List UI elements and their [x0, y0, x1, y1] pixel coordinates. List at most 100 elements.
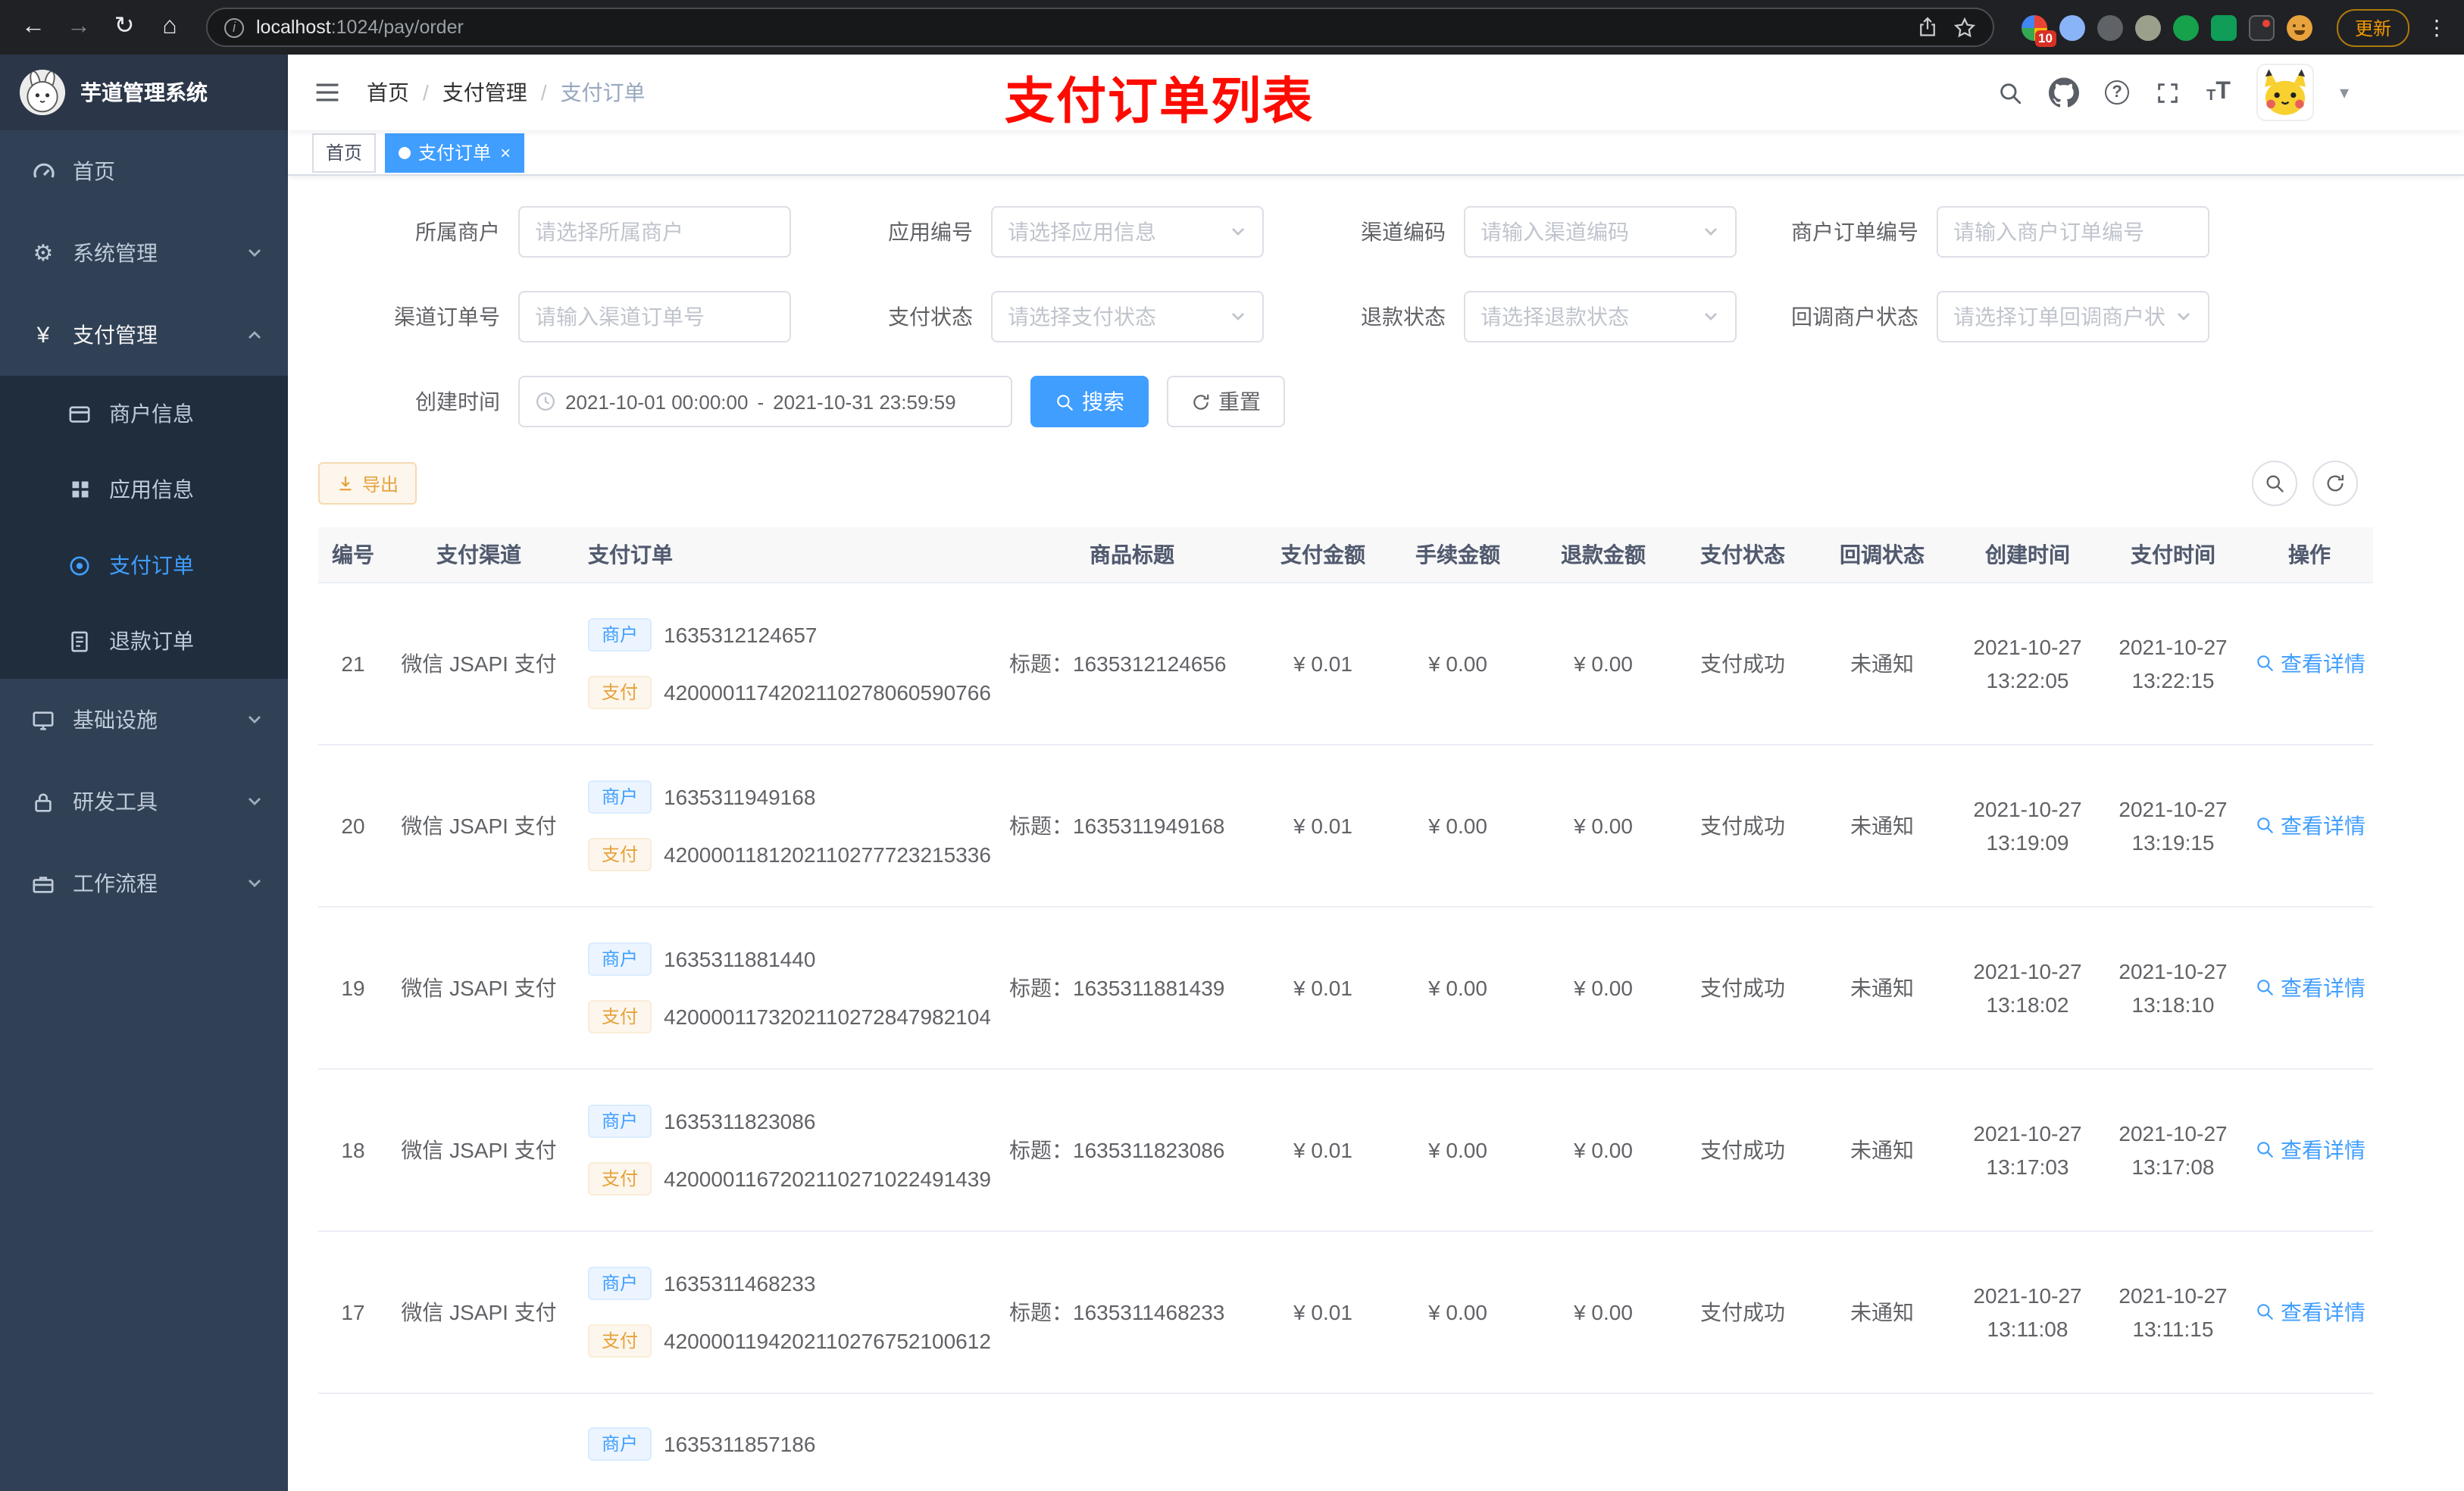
reset-button[interactable]: 重置 — [1167, 376, 1285, 427]
breadcrumb: 首页 / 支付管理 / 支付订单 — [367, 77, 646, 108]
sidebar-item-pay-order[interactable]: 支付订单 — [0, 527, 288, 603]
orders-table: 编号 支付渠道 支付订单 商品标题 支付金额 手续金额 退款金额 支付状态 回调… — [318, 527, 2434, 1491]
cell-channel: 微信 JSAPI 支付 — [388, 582, 570, 745]
chevron-down-icon — [1702, 223, 1720, 241]
sidebar-group-workflow[interactable]: 工作流程 — [0, 842, 288, 924]
channel-order-no-input[interactable] — [518, 291, 791, 342]
page-content: 所属商户 应用编号 请选择应用信息 渠道编码 请输入渠道编码 商户订单编号 — [288, 176, 2464, 1491]
browser-home-icon[interactable]: ⌂ — [149, 6, 191, 48]
hamburger-icon[interactable] — [312, 77, 342, 108]
browser-forward-icon[interactable]: → — [58, 6, 100, 48]
cell-action: 查看详情 — [2246, 582, 2373, 745]
date-start[interactable]: 2021-10-01 00:00:00 — [565, 390, 748, 413]
cell-amount: ¥ 0.01 — [1261, 1068, 1385, 1231]
merchant-tag: 商户 — [588, 617, 652, 651]
sidebar-group-system[interactable]: ⚙ 系统管理 — [0, 212, 288, 294]
merchant-order-no-input[interactable] — [1937, 206, 2209, 258]
cell-pay-time: 2021-10-27 13:19:15 — [2100, 744, 2246, 907]
tab-pay-order[interactable]: 支付订单 × — [385, 133, 525, 172]
sidebar-item-app-info[interactable]: 应用信息 — [0, 452, 288, 527]
cell-fee: ¥ 0.00 — [1385, 1230, 1531, 1393]
font-size-icon[interactable]: TT — [2206, 80, 2231, 105]
sidebar-group-devtools[interactable]: 研发工具 — [0, 761, 288, 842]
extension-icon-2[interactable] — [2059, 14, 2085, 40]
cell-order: 商户 1635311823086 支付 4200001167202110271022… — [570, 1068, 1003, 1231]
user-avatar[interactable] — [2256, 64, 2314, 121]
view-detail-link[interactable]: 查看详情 — [2255, 648, 2366, 678]
navbar: 首页 / 支付管理 / 支付订单 ? TT ▾ — [288, 55, 2464, 130]
extension-icon-7[interactable] — [2248, 14, 2275, 40]
cell-id: 18 — [318, 1068, 388, 1231]
fullscreen-icon[interactable] — [2155, 80, 2181, 105]
search-icon[interactable] — [1997, 80, 2023, 105]
view-detail-link[interactable]: 查看详情 — [2255, 972, 2366, 1002]
browser-profile-avatar[interactable] — [2286, 14, 2312, 40]
channel-code-select[interactable]: 请输入渠道编码 — [1464, 206, 1737, 258]
merchant-input[interactable] — [518, 206, 791, 258]
table-row: 21 微信 JSAPI 支付 商户 1635312124657 支付 4200001… — [318, 582, 2373, 745]
help-icon[interactable]: ? — [2105, 80, 2130, 105]
table-row: 18 微信 JSAPI 支付 商户 1635311823086 支付 4200001… — [318, 1068, 2373, 1231]
cell-title: 标题：1635311468233 — [1003, 1230, 1261, 1393]
pay-status-select[interactable]: 请选择支付状态 — [991, 291, 1264, 342]
extension-icon-4[interactable] — [2134, 14, 2161, 40]
channel-pay-no: 4200001194202110276752100612 — [664, 1328, 991, 1352]
app-no-select[interactable]: 请选择应用信息 — [991, 206, 1264, 258]
export-button[interactable]: 导出 — [318, 462, 417, 505]
date-end[interactable]: 2021-10-31 23:59:59 — [773, 390, 955, 413]
breadcrumb-home[interactable]: 首页 — [367, 77, 409, 108]
extension-icon-6[interactable] — [2210, 14, 2237, 40]
caret-down-icon[interactable]: ▾ — [2340, 82, 2349, 103]
browser-update-button[interactable]: 更新 — [2336, 8, 2409, 46]
cell-notify: 未通知 — [1809, 582, 1955, 745]
refresh-table-button[interactable] — [2312, 461, 2358, 506]
site-info-icon[interactable]: i — [224, 17, 244, 37]
extension-icon-3[interactable] — [2097, 14, 2123, 40]
tab-home[interactable]: 首页 — [312, 133, 377, 172]
sidebar-group-infra[interactable]: 基础设施 — [0, 679, 288, 761]
sidebar-item-refund-order[interactable]: 退款订单 — [0, 603, 288, 679]
toggle-search-button[interactable] — [2252, 461, 2297, 506]
cell-title: 标题：1635312124656 — [1003, 582, 1261, 745]
browser-reload-icon[interactable]: ↻ — [103, 6, 145, 48]
callback-status-select[interactable]: 请选择订单回调商户状态 — [1937, 291, 2209, 342]
create-time-range[interactable]: 2021-10-01 00:00:00 - 2021-10-31 23:59:5… — [518, 376, 1012, 427]
sidebar-item-merchant-info[interactable]: 商户信息 — [0, 376, 288, 452]
pay-tag: 支付 — [588, 1324, 652, 1357]
url-text[interactable]: localhost:1024/pay/order — [256, 17, 1905, 38]
cell-create-time: 2021-10-27 13:22:05 — [1955, 582, 2100, 745]
target-icon — [67, 552, 92, 578]
search-button[interactable]: 搜索 — [1030, 376, 1149, 427]
col-pay-time: 支付时间 — [2100, 527, 2246, 583]
bookmark-star-icon[interactable] — [1953, 16, 1976, 39]
share-icon[interactable] — [1917, 17, 1938, 38]
sidebar-group-pay[interactable]: ¥ 支付管理 — [0, 294, 288, 376]
cell-channel: 微信 JSAPI 支付 — [388, 1230, 570, 1393]
refund-status-select[interactable]: 请选择退款状态 — [1464, 291, 1737, 342]
search-icon — [2255, 653, 2275, 673]
extension-icon-5[interactable] — [2172, 14, 2199, 40]
cell-order: 商户 1635311468233 支付 4200001194202110276752… — [570, 1230, 1003, 1393]
cell-order: 商户 1635311857186 — [570, 1393, 1003, 1491]
logo-avatar — [20, 70, 65, 115]
cell-title: 标题：1635311823086 — [1003, 1068, 1261, 1231]
browser-toolbar: ← → ↻ ⌂ i localhost:1024/pay/order 10 更新… — [0, 0, 2464, 55]
address-bar[interactable]: i localhost:1024/pay/order — [206, 8, 1994, 47]
browser-back-icon[interactable]: ← — [12, 6, 55, 48]
close-icon[interactable]: × — [500, 143, 511, 161]
merchant-tag: 商户 — [588, 1427, 652, 1460]
view-detail-link[interactable]: 查看详情 — [2255, 810, 2366, 840]
github-icon[interactable] — [2049, 77, 2079, 108]
app-logo[interactable]: 芋道管理系统 — [0, 55, 288, 130]
table-header-row: 编号 支付渠道 支付订单 商品标题 支付金额 手续金额 退款金额 支付状态 回调… — [318, 527, 2373, 583]
view-detail-link[interactable]: 查看详情 — [2255, 1296, 2366, 1327]
extension-icon-1[interactable]: 10 — [2021, 14, 2056, 46]
breadcrumb-group[interactable]: 支付管理 — [442, 77, 527, 108]
view-detail-link[interactable]: 查看详情 — [2255, 1134, 2366, 1164]
merchant-tag: 商户 — [588, 1266, 652, 1299]
browser-menu-icon[interactable]: ⋮ — [2422, 14, 2452, 40]
col-notify: 回调状态 — [1809, 527, 1955, 583]
sidebar-item-home[interactable]: 首页 — [0, 130, 288, 212]
merchant-order-no: 1635312124657 — [664, 622, 818, 646]
cell-amount: ¥ 0.01 — [1261, 1230, 1385, 1393]
